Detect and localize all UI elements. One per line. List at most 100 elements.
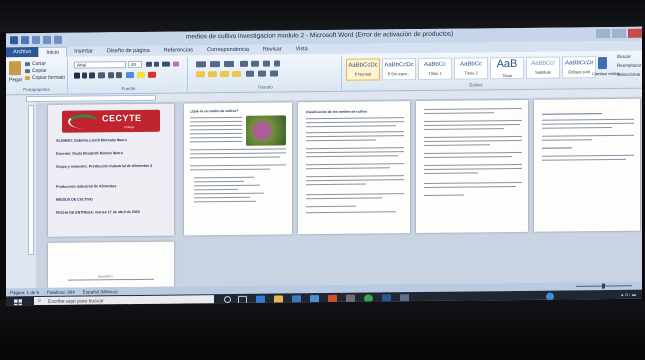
page-count[interactable]: Página: 1 de 6	[10, 289, 39, 294]
text-line	[306, 183, 366, 186]
increase-indent-icon[interactable]	[251, 60, 259, 67]
format-painter-button[interactable]: Copiar formato	[32, 75, 65, 81]
highlight-color-icon[interactable]	[137, 71, 145, 78]
word-count[interactable]: Palabras: 964	[47, 289, 75, 294]
change-styles-button[interactable]: Cambiar estilos	[592, 71, 620, 76]
tab-inicio[interactable]: Inicio	[38, 46, 68, 57]
style-subtitulo[interactable]: AaBbCcI Subtítulo	[526, 56, 560, 79]
text-line	[424, 144, 490, 147]
sort-icon[interactable]	[263, 60, 270, 67]
mail-icon[interactable]	[310, 295, 319, 304]
zoom-slider[interactable]	[574, 283, 634, 290]
cut-button[interactable]: Cortar	[32, 61, 46, 67]
task-view-icon[interactable]	[238, 295, 247, 304]
tab-revisar[interactable]: Revisar	[256, 44, 289, 54]
bullets-icon[interactable]	[196, 61, 206, 68]
change-case-icon[interactable]	[162, 61, 170, 67]
grow-font-icon[interactable]	[146, 61, 152, 67]
select-button[interactable]: Seleccionar	[617, 72, 641, 77]
chrome-icon[interactable]	[364, 294, 373, 303]
tab-correspondencia[interactable]: Correspondencia	[200, 45, 256, 56]
style-titulo-2[interactable]: AaBbCc Título 2	[454, 57, 488, 80]
tab-insertar[interactable]: Insertar	[67, 46, 100, 56]
strikethrough-icon[interactable]	[98, 72, 105, 79]
cover-teacher: Docente: Deyla Elizabeth Ramos Ibarra	[56, 151, 123, 156]
page-5[interactable]	[534, 98, 640, 232]
word-logo-icon[interactable]	[10, 36, 18, 45]
text-effects-icon[interactable]	[126, 71, 134, 79]
font-color-icon[interactable]	[148, 71, 156, 78]
borders-icon[interactable]	[270, 70, 278, 77]
file-explorer-icon[interactable]	[274, 295, 283, 304]
style-titulo-1[interactable]: AaBbCc Título 1	[418, 57, 452, 81]
shading-icon[interactable]	[258, 70, 266, 77]
shrink-font-icon[interactable]	[154, 61, 159, 67]
store-icon[interactable]	[292, 295, 301, 304]
font-size-select[interactable]: 20	[128, 60, 142, 69]
paste-button[interactable]: Pegar	[9, 77, 22, 83]
change-styles-icon[interactable]	[598, 57, 607, 70]
text-line	[424, 185, 516, 189]
app-icon[interactable]	[400, 294, 409, 303]
find-button[interactable]: Buscar	[617, 54, 631, 59]
line-spacing-icon[interactable]	[246, 70, 254, 77]
redo-icon[interactable]	[43, 35, 51, 44]
windows-start-icon[interactable]	[14, 299, 22, 306]
system-tray[interactable]: ▲ ◘ ♪ ▬	[620, 292, 636, 297]
print-preview-icon[interactable]	[54, 35, 62, 44]
style-normal[interactable]: AaBbCcDc ¶ Normal	[346, 58, 380, 81]
align-center-icon[interactable]	[208, 71, 217, 78]
copy-button[interactable]: Copiar	[32, 68, 47, 74]
vertical-ruler[interactable]	[28, 105, 34, 256]
justify-icon[interactable]	[232, 70, 241, 77]
language-indicator[interactable]: Español (México)	[83, 289, 118, 294]
page-2[interactable]: ¿Qué es un medio de cultivo?	[184, 102, 292, 236]
document-area[interactable]: CECYTE Hidalgo ALUMNO: Gabriela Liseth M…	[36, 96, 642, 289]
decrease-indent-icon[interactable]	[240, 60, 248, 67]
font-name-select[interactable]: Arial	[74, 61, 126, 69]
tab-vista[interactable]: Vista	[289, 44, 315, 54]
replace-button[interactable]: Reemplazar	[617, 63, 641, 68]
subscript-icon[interactable]	[108, 72, 114, 79]
show-marks-icon[interactable]	[274, 60, 280, 67]
paste-icon[interactable]	[9, 61, 21, 76]
logo-swoosh-icon	[68, 114, 98, 129]
style-name: Énfasis sutil	[568, 69, 590, 75]
tab-diseno-de-pagina[interactable]: Diseño de página	[100, 46, 157, 57]
numbering-icon[interactable]	[210, 61, 220, 68]
style-name: ¶ Sin espa...	[387, 71, 411, 77]
office-icon[interactable]	[328, 294, 337, 303]
people-icon[interactable]	[546, 292, 554, 301]
italic-icon[interactable]	[82, 72, 87, 79]
superscript-icon[interactable]	[116, 72, 122, 79]
style-sin-espaciado[interactable]: AaBbCcDc ¶ Sin espa...	[382, 58, 416, 81]
cortana-icon[interactable]	[224, 295, 231, 304]
style-titulo[interactable]: AaB Título	[490, 56, 524, 80]
text-line	[190, 128, 242, 131]
text-line	[306, 147, 404, 150]
page-6[interactable]: Ecuación 1	[48, 241, 174, 288]
page-4[interactable]	[416, 99, 528, 234]
text-line	[542, 147, 572, 150]
minimize-button[interactable]	[596, 29, 610, 39]
media-icon[interactable]	[346, 294, 355, 303]
text-line	[306, 117, 404, 120]
underline-icon[interactable]	[89, 72, 95, 79]
tab-archivo[interactable]: Archivo	[6, 46, 39, 58]
undo-icon[interactable]	[32, 35, 40, 45]
tab-referencias[interactable]: Referencias	[157, 45, 200, 55]
word-taskbar-icon[interactable]	[382, 294, 391, 303]
page-3[interactable]: Clasificación de los medios de cultivo	[298, 101, 410, 235]
clear-format-icon[interactable]	[173, 61, 179, 67]
edge-icon[interactable]	[256, 295, 265, 304]
align-left-icon[interactable]	[196, 71, 205, 78]
align-right-icon[interactable]	[220, 70, 229, 78]
style-sample: AaB	[496, 57, 518, 71]
save-icon[interactable]	[21, 36, 29, 45]
close-button[interactable]	[628, 28, 642, 38]
maximize-button[interactable]	[612, 28, 626, 38]
multilevel-list-icon[interactable]	[224, 60, 234, 68]
style-enfasis-sutil[interactable]: AaBbCcDt Énfasis sutil	[562, 56, 596, 79]
bold-icon[interactable]	[74, 72, 80, 79]
page-1-cover[interactable]: CECYTE Hidalgo ALUMNO: Gabriela Liseth M…	[48, 103, 174, 237]
